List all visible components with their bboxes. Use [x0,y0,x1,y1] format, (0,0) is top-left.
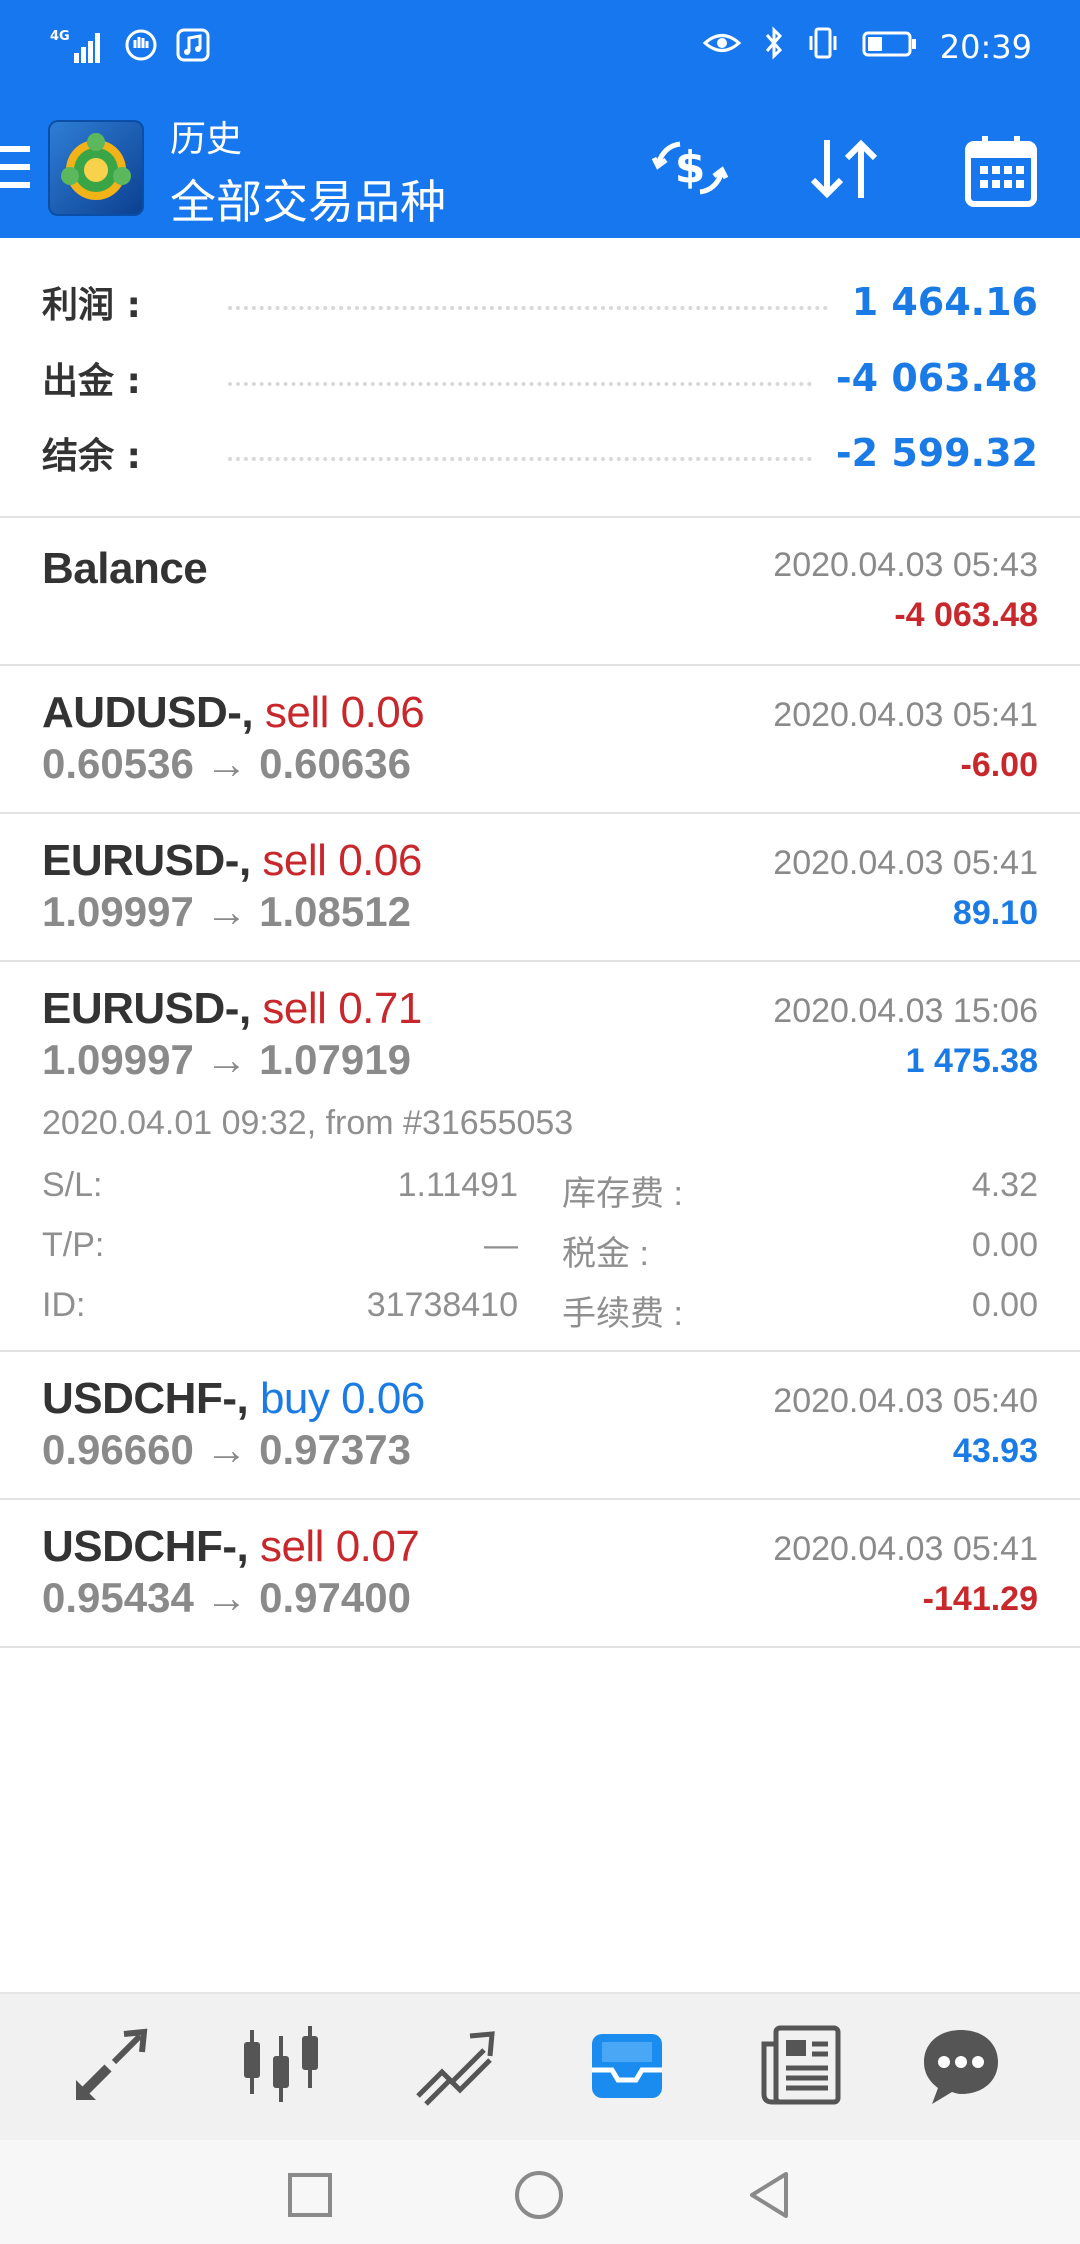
dotted-leader [228,382,812,386]
eye-icon [702,28,742,66]
deal-volume: 0.06 [341,1374,425,1423]
swap-label: 库存费 : [562,1175,683,1213]
deal-symbol-line: EURUSD-, sell 0.71 [42,984,422,1034]
app-logo[interactable] [48,120,144,216]
deal-row[interactable]: USDCHF-, buy 0.06 0.96660 → 0.97373 2020… [0,1352,1080,1500]
deal-row[interactable]: AUDUSD-, sell 0.06 0.60536 → 0.60636 202… [0,666,1080,814]
calendar-icon[interactable] [962,134,1042,207]
deal-row-balance[interactable]: Balance 2020.04.03 05:43 -4 063.48 [0,516,1080,666]
deal-open-info: 2020.04.01 09:32, from #31655053 [42,1104,574,1142]
deal-symbol-line: AUDUSD-, sell 0.06 [42,688,425,738]
deal-side: sell [262,984,327,1033]
signal-icon: 4G [50,29,106,65]
swap-value: 4.32 [971,1166,1038,1204]
chat-tab-icon[interactable] [918,2022,1004,2108]
deal-side: sell [259,1522,325,1571]
deal-side: buy [259,1374,330,1423]
history-summary: 利润 : 1 464.16 出金 : -4 063.48 结余 : -2 599… [0,238,1080,518]
deal-time: 2020.04.03 05:40 [773,1382,1038,1420]
summary-label: 结余 : [42,436,141,477]
deal-time: 2020.04.03 05:41 [773,1530,1038,1568]
dotted-leader [228,457,812,461]
svg-text:$: $ [675,142,706,193]
deal-symbol: EURUSD-, [42,984,251,1033]
deal-row[interactable]: USDCHF-, sell 0.07 0.95434 → 0.97400 202… [0,1500,1080,1648]
tax-label: 税金 : [562,1235,649,1273]
summary-value: -4 063.48 [835,356,1038,400]
home-button[interactable] [514,2170,564,2220]
news-tab-icon[interactable] [758,2022,844,2108]
music-icon [176,28,210,66]
trade-tab-icon[interactable] [412,2022,498,2108]
deal-profit: 1 475.38 [905,1042,1038,1080]
deal-profit: 89.10 [952,894,1038,932]
tp-label: T/P: [42,1226,105,1264]
deal-symbol: USDCHF-, [42,1374,249,1423]
deal-symbol: AUDUSD-, [42,688,254,737]
deal-prices: 0.96660 → 0.97373 [42,1426,411,1473]
deal-symbol-line: USDCHF-, buy 0.06 [42,1374,425,1424]
id-value: 31738410 [366,1286,518,1324]
id-label: ID: [42,1286,86,1324]
history-tab-icon[interactable] [584,2022,670,2108]
sl-value: 1.11491 [397,1166,518,1204]
deal-profit: -6.00 [960,746,1039,784]
deal-profit: -141.29 [922,1580,1038,1618]
summary-balance-row: 结余 : -2 599.32 [42,423,1038,483]
deal-time: 2020.04.03 05:41 [773,696,1038,734]
summary-value: -2 599.32 [835,431,1038,475]
clock: 20:39 [939,28,1032,66]
sort-icon[interactable] [805,134,885,204]
hand-icon [124,28,158,66]
recents-button[interactable] [285,2170,335,2220]
deal-prices: 1.09997 → 1.07919 [42,1036,411,1083]
page-title[interactable]: 全部交易品种 [170,166,446,232]
vibrate-icon [806,26,840,68]
deal-prices: 0.60536 → 0.60636 [42,740,411,787]
bluetooth-icon [764,26,784,68]
currency-exchange-icon[interactable]: $ [650,134,730,204]
commission-value: 0.00 [971,1286,1038,1324]
system-nav-bar [0,2140,1080,2244]
quotes-tab-icon[interactable] [68,2022,154,2108]
deal-profit: -4 063.48 [894,596,1038,634]
deal-volume: 0.06 [340,688,425,737]
deal-symbol-line: EURUSD-, sell 0.06 [42,836,422,886]
back-button[interactable] [744,2170,794,2220]
menu-icon[interactable] [0,146,30,190]
deal-row-expanded[interactable]: EURUSD-, sell 0.71 1.09997 → 1.07919 202… [0,962,1080,1352]
deal-time: 2020.04.03 05:41 [773,844,1038,882]
deal-symbol-line: USDCHF-, sell 0.07 [42,1522,420,1572]
deal-symbol: Balance [42,544,208,593]
dotted-leader [228,306,828,310]
deal-side: sell [264,688,330,737]
deal-time: 2020.04.03 05:43 [773,546,1038,584]
deal-symbol: USDCHF-, [42,1522,249,1571]
deal-row[interactable]: EURUSD-, sell 0.06 1.09997 → 1.08512 202… [0,814,1080,962]
deal-volume: 0.71 [338,984,422,1033]
summary-label: 出金 : [42,361,141,402]
deal-side: sell [262,836,327,885]
commission-label: 手续费 : [562,1295,683,1333]
battery-icon [862,28,918,66]
page-subtitle: 历史 [170,119,243,160]
bottom-tab-bar [0,1992,1080,2142]
summary-value: 1 464.16 [851,280,1038,324]
status-bar: 4G 20:39 [0,0,1080,98]
summary-profit-row: 利润 : 1 464.16 [42,272,1038,332]
deal-volume: 0.07 [335,1522,420,1571]
chart-tab-icon[interactable] [238,2022,324,2108]
tax-value: 0.00 [971,1226,1038,1264]
deal-prices: 1.09997 → 1.08512 [42,888,411,935]
app-bar: 历史 全部交易品种 $ [0,98,1080,238]
summary-withdrawal-row: 出金 : -4 063.48 [42,348,1038,408]
deal-symbol: EURUSD-, [42,836,251,885]
deal-volume: 0.06 [338,836,422,885]
deal-time: 2020.04.03 15:06 [773,992,1038,1030]
sl-label: S/L: [42,1166,103,1204]
deal-profit: 43.93 [952,1432,1038,1470]
tp-value: — [484,1226,518,1264]
summary-label: 利润 : [42,285,141,326]
deal-prices: 0.95434 → 0.97400 [42,1574,411,1621]
